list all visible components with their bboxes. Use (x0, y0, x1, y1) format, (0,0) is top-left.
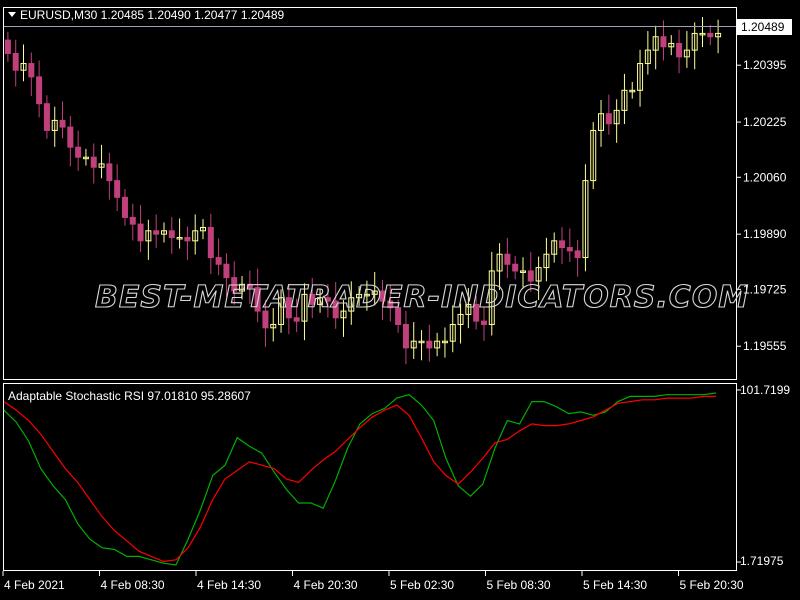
candle-body (114, 180, 121, 198)
candle-body (215, 257, 222, 265)
time-tick-label: 5 Feb 08:30 (487, 578, 551, 592)
candle-body (605, 113, 612, 125)
green-stoch-line (3, 392, 717, 566)
candle-body (574, 250, 581, 259)
candle-body (293, 317, 300, 322)
price-tick-label: 1.20060 (743, 170, 787, 184)
watermark: BEST-METATRADER-INDICATORS.COM (95, 280, 749, 315)
time-tick-label: 5 Feb 02:30 (390, 578, 454, 592)
price-tick-label: 1.20225 (743, 115, 787, 129)
indicator-tick-label: 1.71975 (740, 554, 784, 568)
candle-body (676, 42, 683, 58)
candle-body (512, 263, 519, 272)
candle-body (707, 32, 714, 38)
candle-body (184, 236, 191, 242)
candle-body (121, 196, 128, 218)
candle-body (4, 39, 11, 54)
candle-body (106, 163, 113, 182)
candle-body (129, 216, 136, 225)
candle-body (660, 36, 667, 48)
candle-body (67, 126, 74, 148)
candle-body (12, 52, 19, 71)
candle-body (75, 146, 82, 158)
candle-body (28, 63, 35, 78)
indicator-panel-title: Adaptable Stochastic RSI 97.01810 95.286… (8, 389, 251, 403)
time-tick-label: 4 Feb 2021 (4, 578, 65, 592)
collapse-triangle-icon[interactable] (8, 12, 16, 17)
price-tick-label: 1.20395 (743, 58, 787, 72)
current-price-label: 1.20489 (741, 20, 785, 34)
time-tick-label: 5 Feb 20:30 (680, 578, 744, 592)
indicator-axis: 101.7199 1.71975 (736, 383, 790, 568)
candle-body (43, 103, 50, 131)
indicator-lines (3, 392, 717, 566)
indicator-panel-frame (3, 383, 737, 571)
price-tick-label: 1.19555 (743, 339, 787, 353)
candle-body (559, 240, 566, 249)
candle-body (223, 263, 230, 279)
time-tick-label: 4 Feb 08:30 (101, 578, 165, 592)
time-tick-label: 4 Feb 20:30 (294, 578, 358, 592)
candle-body (153, 230, 160, 235)
candle-body (207, 226, 214, 259)
red-stoch-line (3, 395, 716, 563)
candle-body (137, 223, 144, 242)
candle-body (480, 320, 487, 325)
indicator-tick-label: 101.7199 (740, 383, 790, 397)
candle-body (566, 247, 573, 252)
time-axis: 4 Feb 2021 4 Feb 08:30 4 Feb 14:30 4 Feb 20… (2, 571, 744, 592)
candle-body (504, 253, 511, 265)
candle-body (59, 119, 66, 128)
candle-body (168, 230, 175, 238)
chart-canvas: 1.20395 1.20225 1.20060 1.19890 1.19725 1.195… (2, 7, 792, 592)
time-tick-label: 4 Feb 14:30 (197, 578, 261, 592)
candle-body (402, 323, 409, 349)
price-panel-title: EURUSD,M30 1.20485 1.20490 1.20477 1.204… (20, 8, 285, 22)
time-tick-label: 5 Feb 14:30 (583, 578, 647, 592)
price-tick-label: 1.19725 (743, 282, 787, 296)
candle-body (90, 156, 97, 168)
price-tick-label: 1.19890 (743, 227, 787, 241)
candle-body (426, 340, 433, 349)
candle-body (36, 76, 43, 105)
price-panel-frame (3, 7, 737, 380)
